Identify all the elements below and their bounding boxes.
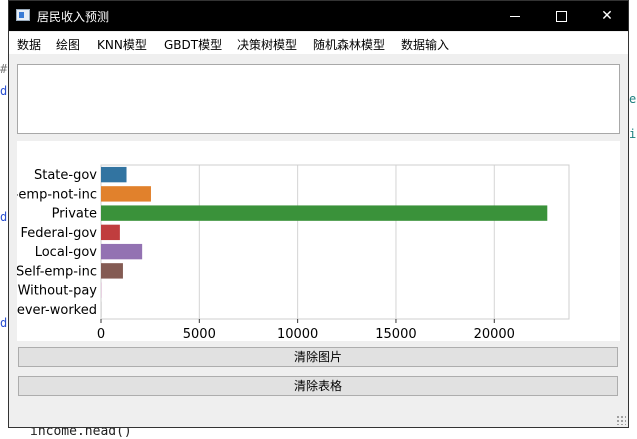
menu-plot[interactable]: 绘图 xyxy=(56,36,80,53)
background-editor-fragment: e xyxy=(629,92,636,106)
bar xyxy=(101,263,123,278)
background-editor-fragment: d xyxy=(0,210,7,224)
clear-table-button[interactable]: 清除表格 xyxy=(18,376,618,396)
bar xyxy=(101,244,142,259)
background-editor-fragment: # xyxy=(0,62,7,76)
menu-gbdt-model[interactable]: GBDT模型 xyxy=(164,36,222,53)
category-label: Without-pay xyxy=(18,284,98,299)
bar xyxy=(101,186,151,201)
menu-data[interactable]: 数据 xyxy=(17,36,41,53)
x-tick-label: 15000 xyxy=(375,327,416,341)
plot-frame xyxy=(101,165,569,319)
category-label: Never-worked xyxy=(17,303,97,318)
x-tick-label: 0 xyxy=(97,327,105,341)
window-title: 居民收入预测 xyxy=(37,8,109,25)
chart-canvas: State-gov Self-emp-not-inc Private Federal-… xyxy=(17,141,620,341)
close-icon: ✕ xyxy=(601,8,613,24)
background-editor-fragment: d xyxy=(0,84,7,98)
close-button[interactable]: ✕ xyxy=(584,1,629,31)
maximize-button[interactable] xyxy=(538,1,584,31)
app-window: 居民收入预测 ✕ 数据 绘图 KNN模型 GBDT模型 决策树模型 随机森林模型… xyxy=(8,0,629,428)
bar xyxy=(101,225,120,240)
menu-decision-tree-model[interactable]: 决策树模型 xyxy=(237,36,297,53)
bar-chart: State-gov Self-emp-not-inc Private Federal-… xyxy=(17,141,620,341)
resize-grip[interactable] xyxy=(616,415,626,425)
category-label: Federal-gov xyxy=(20,226,97,241)
x-tick-label: 5000 xyxy=(183,327,216,341)
category-label: Self-emp-inc xyxy=(17,264,97,279)
category-label: Local-gov xyxy=(35,245,98,260)
clear-image-button[interactable]: 清除图片 xyxy=(18,347,618,367)
maximize-icon xyxy=(556,11,567,22)
background-editor-fragment: d xyxy=(0,316,7,330)
menu-data-input[interactable]: 数据输入 xyxy=(401,36,449,53)
menu-knn-model[interactable]: KNN模型 xyxy=(97,36,147,53)
menu-random-forest-model[interactable]: 随机森林模型 xyxy=(313,36,385,53)
title-bar[interactable]: 居民收入预测 ✕ xyxy=(9,1,628,31)
x-tick-label: 20000 xyxy=(474,327,515,341)
bar xyxy=(101,167,127,182)
minimize-icon xyxy=(510,16,520,17)
category-label: State-gov xyxy=(34,168,97,183)
x-tick-label: 10000 xyxy=(277,327,318,341)
bar xyxy=(101,205,547,220)
menu-bar: 数据 绘图 KNN模型 GBDT模型 决策树模型 随机森林模型 数据输入 xyxy=(9,32,628,54)
data-table-view[interactable] xyxy=(17,64,620,134)
app-icon xyxy=(16,9,30,21)
category-label: Self-emp-not-inc xyxy=(17,187,97,202)
background-editor-fragment: i xyxy=(629,127,636,141)
minimize-button[interactable] xyxy=(492,1,538,31)
category-label: Private xyxy=(52,207,97,222)
